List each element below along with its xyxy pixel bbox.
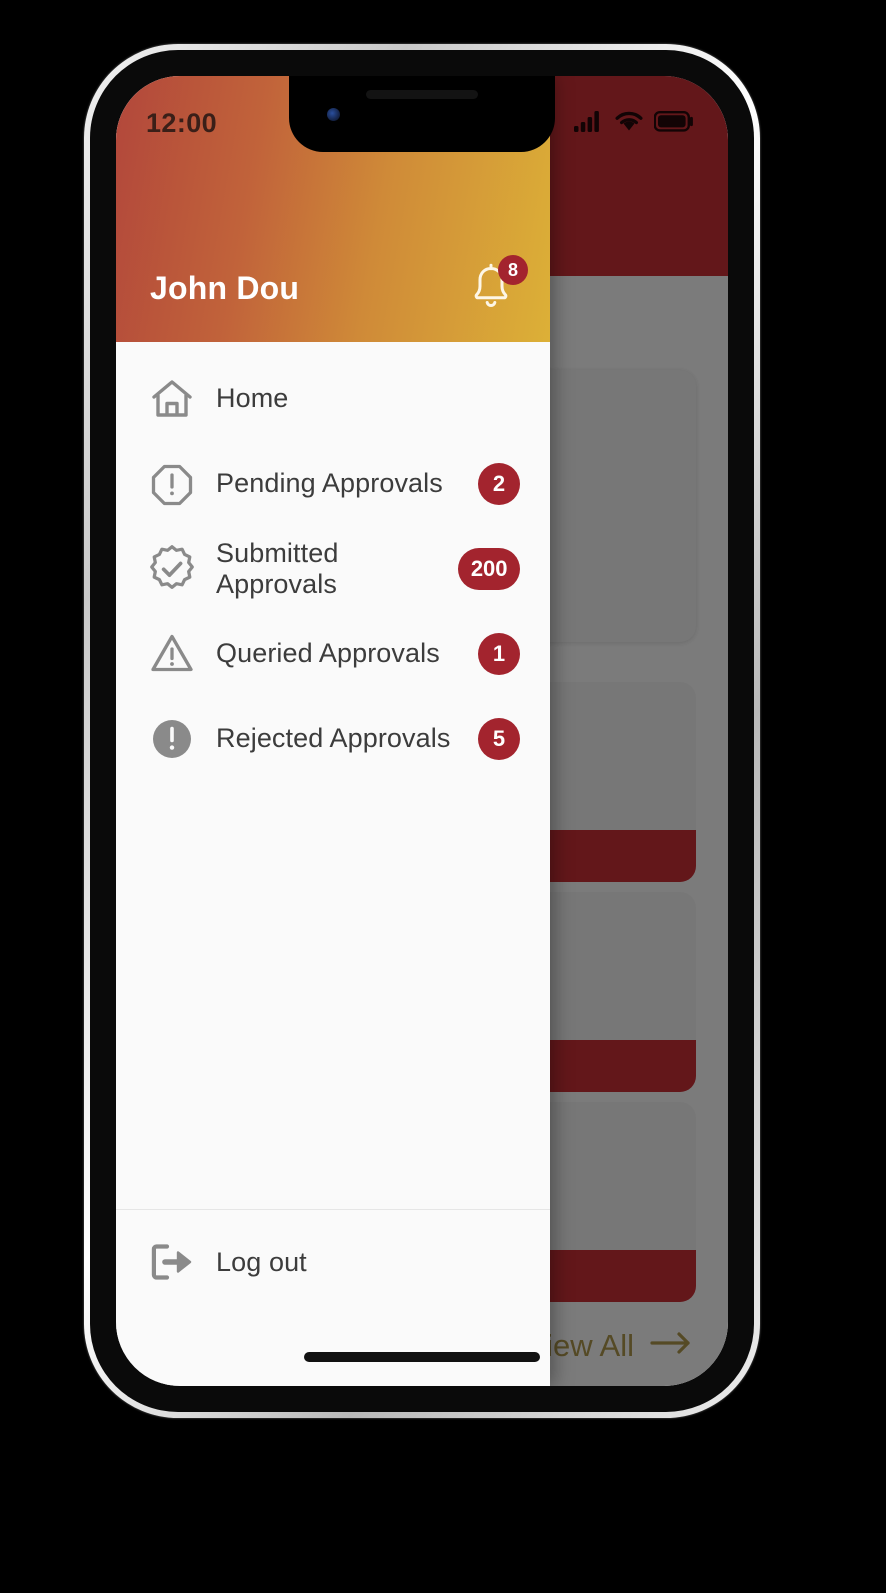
triangle-alert-icon (136, 630, 208, 678)
user-name: John Dou (150, 269, 300, 306)
sidebar-item-pending-approvals[interactable]: Pending Approvals 2 (116, 441, 550, 526)
home-indicator[interactable] (304, 1352, 540, 1362)
home-indicator-area[interactable] (116, 1326, 728, 1386)
sidebar-item-badge: 2 (478, 462, 520, 505)
drawer-menu-list: Home Pending Approvals 2 Submitted Appro… (116, 342, 550, 1209)
sidebar-item-label: Pending Approvals (216, 468, 443, 498)
phone-device-frame: Summary Submitted: 58 2021-04-12 22:10 (84, 44, 760, 1418)
device-notch (289, 76, 555, 152)
sidebar-item-label: Queried Approvals (216, 638, 440, 668)
sidebar-item-badge: 200 (458, 547, 520, 590)
rosette-check-icon (136, 544, 208, 594)
sidebar-item-badge: 1 (478, 632, 520, 675)
sidebar-item-rejected-approvals[interactable]: Rejected Approvals 5 (116, 696, 550, 781)
notification-count-badge: 8 (498, 255, 528, 285)
status-bar-time: 12:00 (146, 108, 218, 138)
sidebar-item-label: Rejected Approvals (216, 723, 451, 753)
screenshot-root: Summary Submitted: 58 2021-04-12 22:10 (0, 0, 886, 1593)
octagon-alert-icon (136, 460, 208, 508)
logout-label: Log out (216, 1246, 307, 1277)
navigation-drawer: 12:00 John Dou 8 Home Pending Approvals … (116, 76, 550, 1386)
sidebar-item-label: Submitted Approvals (216, 537, 339, 599)
logout-icon (136, 1241, 208, 1283)
sidebar-item-queried-approvals[interactable]: Queried Approvals 1 (116, 611, 550, 696)
sidebar-item-badge: 5 (478, 717, 520, 760)
sidebar-item-label: Home (216, 383, 289, 413)
earpiece-speaker (366, 90, 478, 99)
sidebar-item-submitted-approvals[interactable]: Submitted Approvals 200 (116, 526, 550, 611)
notifications-button[interactable]: 8 (462, 255, 528, 317)
drawer-user-row: John Dou 8 (116, 255, 550, 320)
circle-alert-filled-icon (136, 715, 208, 763)
home-icon (136, 375, 208, 423)
phone-screen: Summary Submitted: 58 2021-04-12 22:10 (116, 76, 728, 1386)
front-camera-icon (327, 108, 340, 121)
sidebar-item-home[interactable]: Home (116, 356, 550, 441)
logout-button[interactable]: Log out (116, 1210, 550, 1314)
phone-bezel: Summary Submitted: 58 2021-04-12 22:10 (90, 50, 754, 1412)
